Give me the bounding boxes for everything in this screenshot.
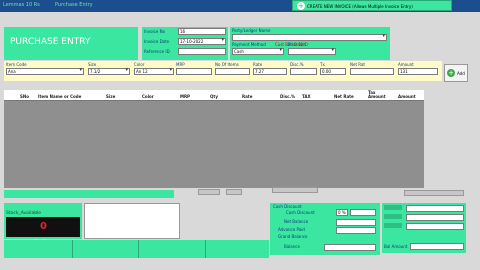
net-balance-field[interactable] [336,219,376,226]
footer-divider-3 [205,240,206,258]
reference-field[interactable] [178,48,226,55]
item-code-field[interactable]: Ana [6,68,84,75]
bottom-left-strip [4,190,174,198]
items-table: SNo Item Name or Code Size Color MRP Qty… [4,90,424,188]
party-info-panel: Party/Ledger Name Cust Bal: 0.00 Cr Paym… [230,27,390,60]
stock-label-overlay: Stock_Available [6,211,42,216]
right-field-3 [384,223,402,228]
right-input-2[interactable] [406,214,464,221]
create-new-invoice-button[interactable]: + CREATE NEW INVOICE (Allows Multiple In… [292,0,452,11]
amount-field[interactable]: 131 [398,68,438,75]
stock-value: 0 [40,221,47,232]
advance-paid-field[interactable] [336,227,376,234]
rate-field[interactable]: 7.27 [253,68,287,75]
add-circle-icon: + [297,2,305,10]
size-field[interactable]: 7.1/2 [88,68,130,75]
payment-method-select[interactable]: Cash [232,48,284,55]
disc-field[interactable] [290,68,317,75]
footer-divider-2 [138,240,139,258]
entry-row: Item Code Size Color MRP No Of Items Rat… [4,61,442,81]
add-button[interactable]: + Add [444,64,468,82]
right-input-1[interactable] [406,205,464,212]
notes-box[interactable] [84,203,180,239]
page-title-panel: PURCHASE ENTRY [4,27,138,60]
side-box-2 [226,189,242,195]
stock-value-box: 0 [6,217,80,237]
add-icon: + [447,69,455,77]
party-name-field[interactable] [232,34,387,41]
cash-received-label: Cash Discount [286,210,315,215]
title-right-text: Purchase Entry [55,2,93,8]
table-header: SNo Item Name or Code Size Color MRP Qty… [4,90,424,101]
mrp-field[interactable] [176,68,212,75]
cash-discount-percent-field[interactable]: 0 % [336,209,348,216]
right-input-3[interactable] [406,223,464,230]
page-title: PURCHASE ENTRY [10,37,91,47]
footer-strip [4,240,269,258]
cash-discount-amount-field[interactable] [350,209,376,216]
right-field-1 [384,205,402,210]
side-box-4 [404,190,464,196]
right-field-2 [384,214,402,219]
side-box-3 [272,187,318,193]
bal-amount-field[interactable] [410,243,464,250]
price-list-select[interactable] [288,48,336,55]
color-field[interactable]: An 12 [134,68,174,75]
net-rate-field[interactable] [350,68,394,75]
footer-divider-1 [72,240,73,258]
balance-field[interactable] [324,244,376,251]
no-of-items-field[interactable] [215,68,250,75]
invoice-no-field[interactable]: 16 [178,28,226,35]
bal-amount-label: Bal Amount [384,244,408,249]
invoice-info-panel: Invoice No Invoice Date Reference ID 16 … [142,27,228,60]
title-left-text: Lemmas 10 Rs [3,2,40,8]
invoice-date-field[interactable]: 17-10-2022 [178,38,226,45]
side-box-1 [198,189,220,195]
tax-field[interactable]: 0.00 [320,68,346,75]
